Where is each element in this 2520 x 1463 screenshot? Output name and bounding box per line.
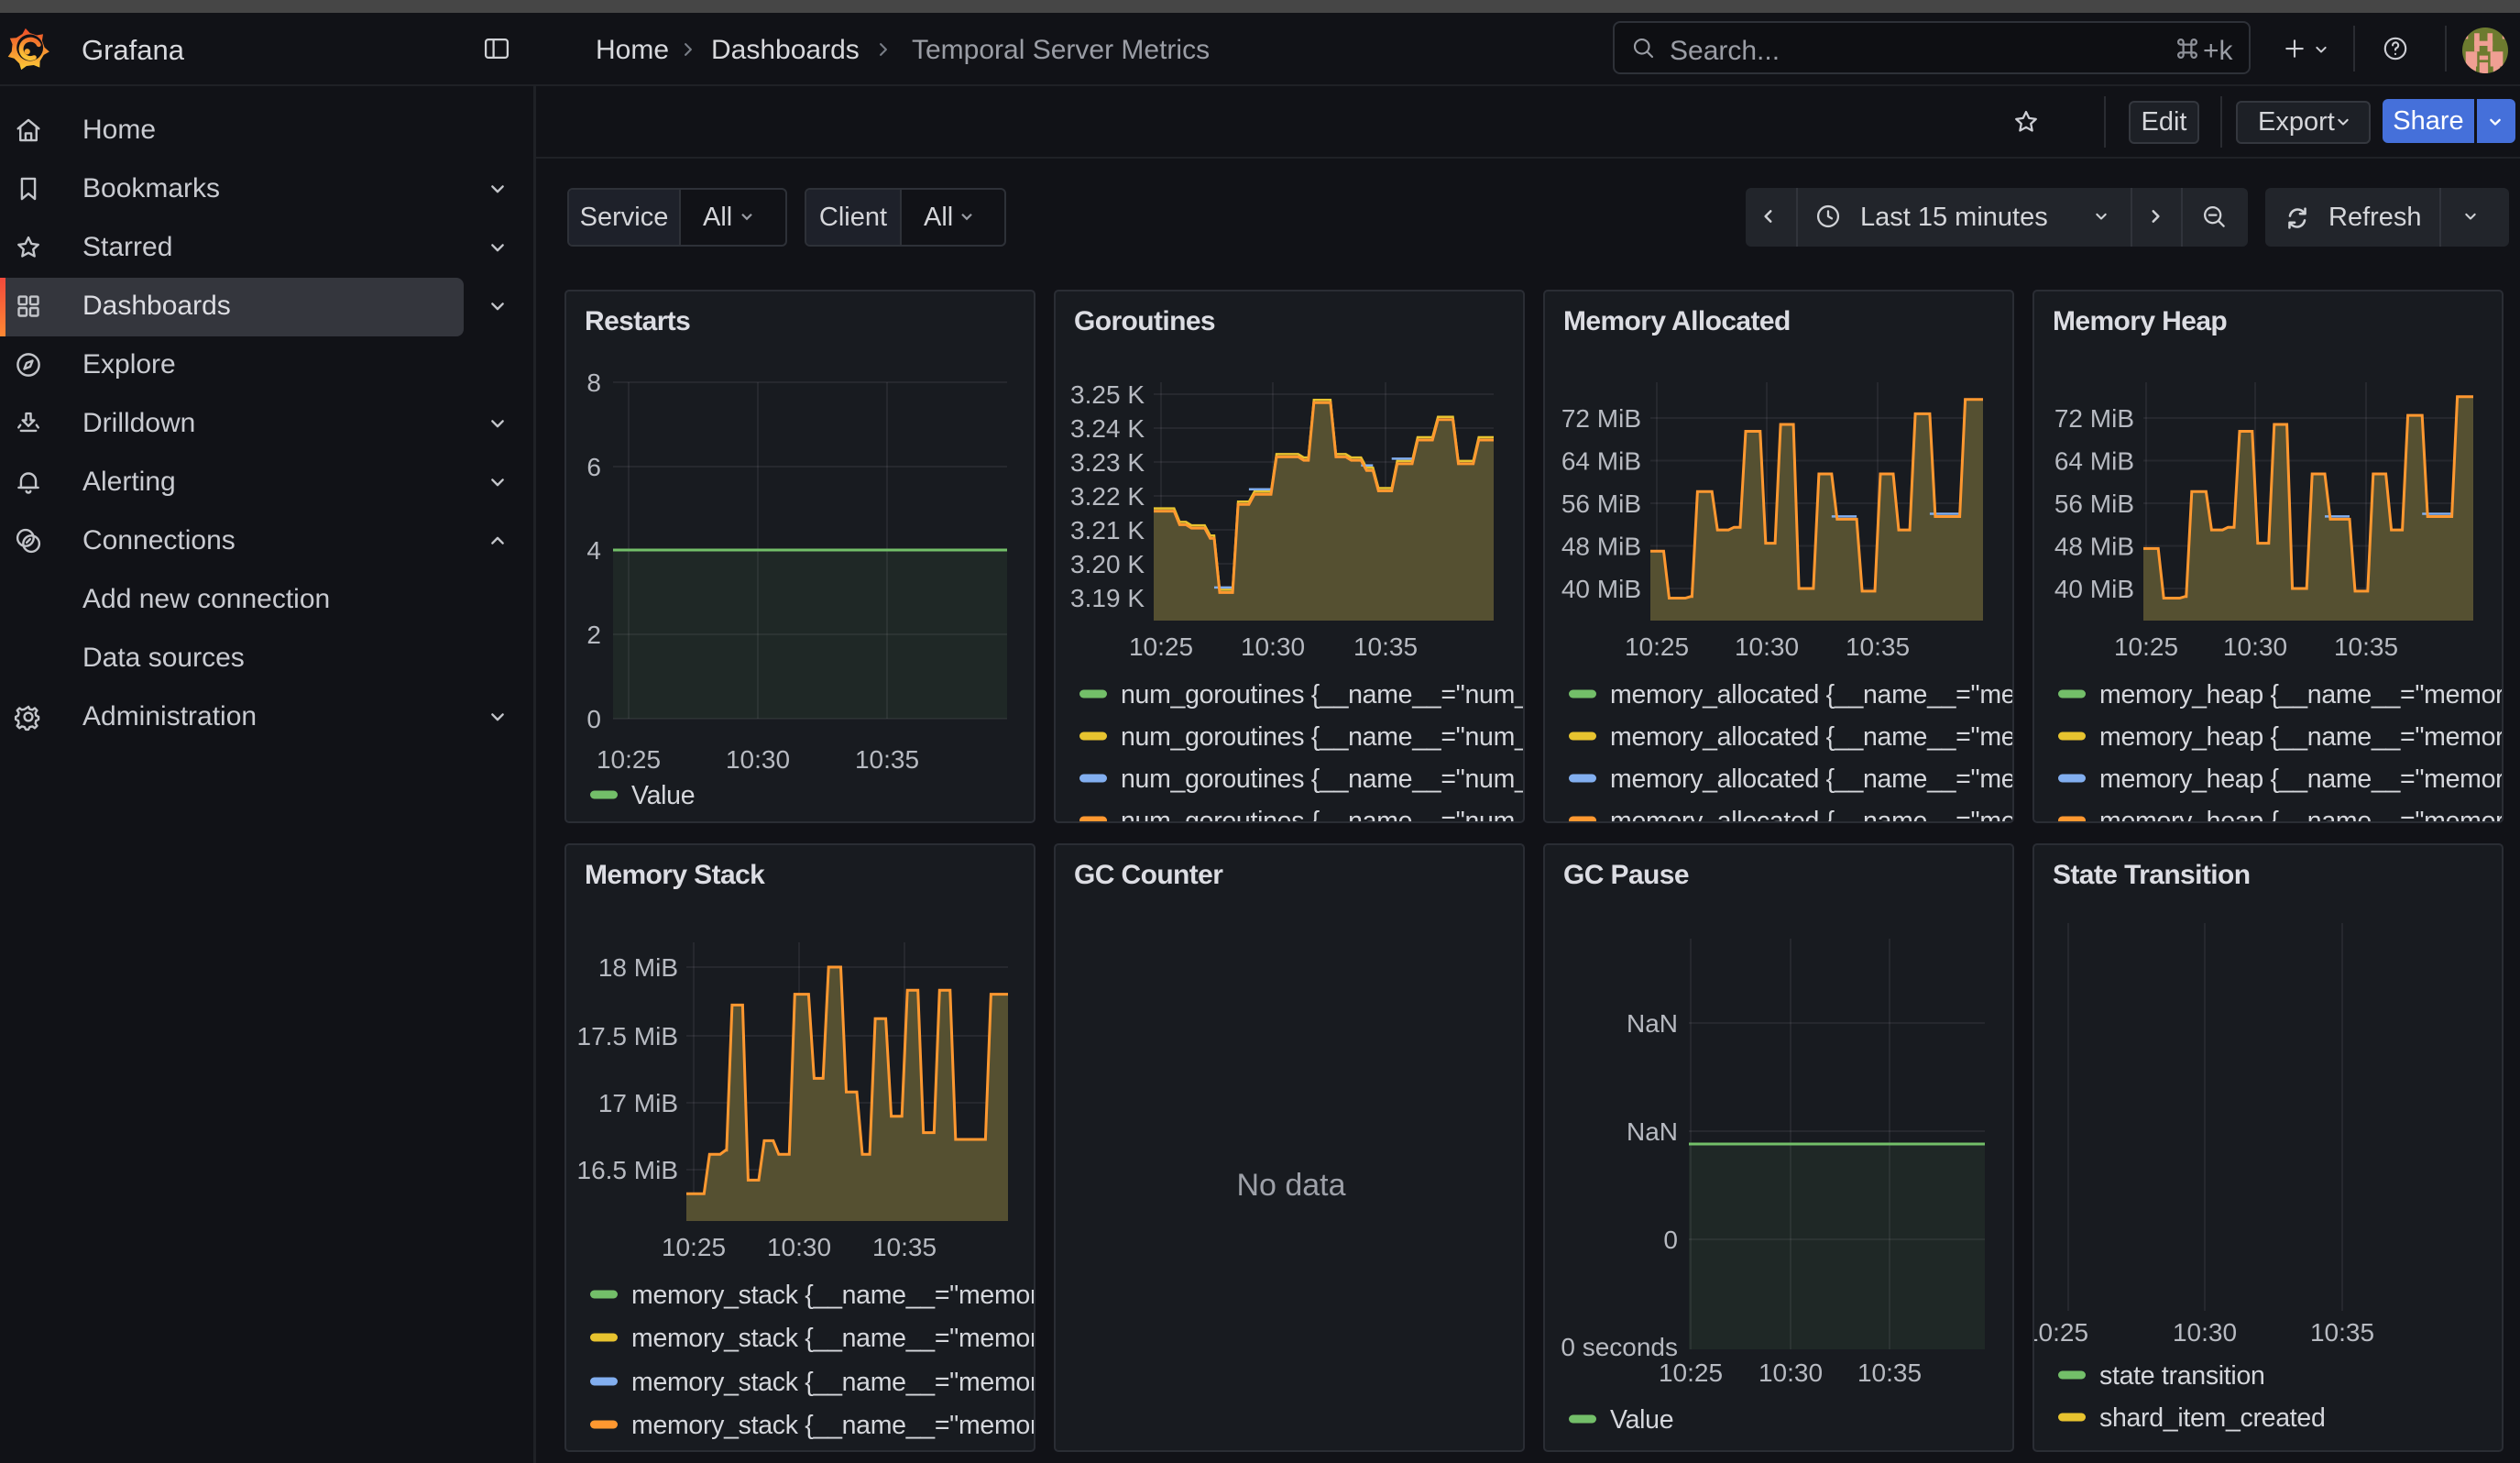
svg-text:3.24 K: 3.24 K (1070, 414, 1145, 443)
svg-text:4: 4 (586, 536, 601, 565)
svg-text:NaN: NaN (1627, 1009, 1678, 1038)
svg-text:10:25: 10:25 (1625, 632, 1689, 661)
svg-text:0: 0 (586, 705, 601, 733)
svg-text:memory_stack {__name__="memory: memory_stack {__name__="memory_s (631, 1368, 1035, 1397)
svg-text:num_goroutines {__name__="num_: num_goroutines {__name__="num_go (1121, 680, 1525, 710)
svg-text:3.19 K: 3.19 K (1070, 584, 1145, 612)
svg-text:Value: Value (631, 781, 695, 810)
svg-text:num_goroutines {__name__="num_: num_goroutines {__name__="num_go (1121, 807, 1525, 823)
svg-text:10:30: 10:30 (726, 745, 790, 774)
svg-text:memory_heap {__name__="memory_: memory_heap {__name__="memory_h (2099, 680, 2504, 710)
svg-text:10:35: 10:35 (1846, 632, 1910, 661)
svg-text:48 MiB: 48 MiB (2054, 533, 2134, 561)
svg-text:64 MiB: 64 MiB (2054, 447, 2134, 476)
svg-text:10:35: 10:35 (2334, 632, 2398, 661)
svg-text:17.5 MiB: 17.5 MiB (577, 1022, 679, 1050)
svg-text:memory_heap {__name__="memory_: memory_heap {__name__="memory_h (2099, 764, 2504, 794)
svg-text:2: 2 (586, 621, 601, 649)
svg-text:memory_allocated {__name__="me: memory_allocated {__name__="memo (1610, 764, 2014, 794)
svg-text:memory_stack {__name__="memory: memory_stack {__name__="memory_s (631, 1324, 1035, 1353)
svg-text:3.23 K: 3.23 K (1070, 448, 1145, 477)
svg-text:No data: No data (1236, 1168, 1345, 1203)
svg-text:Value: Value (1610, 1405, 1673, 1435)
svg-text:10:30: 10:30 (1735, 632, 1799, 661)
svg-text:10:25: 10:25 (597, 745, 661, 774)
svg-text:10:35: 10:35 (872, 1233, 937, 1261)
svg-text:3.25 K: 3.25 K (1070, 380, 1145, 409)
svg-text:40 MiB: 40 MiB (2054, 575, 2134, 603)
svg-text:3.22 K: 3.22 K (1070, 482, 1145, 511)
svg-text:10:30: 10:30 (767, 1233, 831, 1261)
svg-text:56 MiB: 56 MiB (1561, 490, 1641, 518)
svg-text:memory_heap {__name__="memory_: memory_heap {__name__="memory_h (2099, 807, 2504, 823)
svg-text:0 seconds: 0 seconds (1561, 1333, 1678, 1361)
svg-text:memory_allocated {__name__="me: memory_allocated {__name__="memo (1610, 722, 2014, 752)
svg-text:10:30: 10:30 (1759, 1358, 1823, 1387)
svg-text:64 MiB: 64 MiB (1561, 447, 1641, 476)
svg-text:10:25: 10:25 (1659, 1358, 1723, 1387)
svg-text:10:30: 10:30 (2173, 1318, 2237, 1347)
svg-text:10:25: 10:25 (2114, 632, 2178, 661)
svg-text:memory_allocated {__name__="me: memory_allocated {__name__="memo (1610, 680, 2014, 710)
svg-text:17 MiB: 17 MiB (598, 1089, 678, 1117)
svg-text:memory_stack {__name__="memory: memory_stack {__name__="memory_s (631, 1281, 1035, 1310)
svg-text:NaN: NaN (1627, 1117, 1678, 1146)
svg-text:48 MiB: 48 MiB (1561, 533, 1641, 561)
svg-text:0: 0 (1663, 1226, 1678, 1254)
svg-text:3.20 K: 3.20 K (1070, 550, 1145, 578)
svg-text:8: 8 (586, 368, 601, 397)
svg-text:10:25: 10:25 (1129, 632, 1193, 661)
svg-text:memory_allocated {__name__="me: memory_allocated {__name__="memo (1610, 807, 2014, 823)
svg-text:40 MiB: 40 MiB (1561, 575, 1641, 603)
svg-text:shard_item_created: shard_item_created (2099, 1403, 2326, 1433)
svg-text:10:25: 10:25 (2034, 1318, 2088, 1347)
svg-text:10:35: 10:35 (855, 745, 919, 774)
svg-text:memory_heap {__name__="memory_: memory_heap {__name__="memory_h (2099, 722, 2504, 752)
svg-text:10:35: 10:35 (1353, 632, 1418, 661)
svg-text:10:35: 10:35 (1857, 1358, 1922, 1387)
svg-text:72 MiB: 72 MiB (2054, 404, 2134, 433)
svg-text:num_goroutines {__name__="num_: num_goroutines {__name__="num_go (1121, 764, 1525, 794)
svg-text:memory_stack {__name__="memory: memory_stack {__name__="memory_s (631, 1411, 1035, 1440)
svg-text:10:30: 10:30 (1241, 632, 1305, 661)
svg-text:56 MiB: 56 MiB (2054, 490, 2134, 518)
svg-text:18 MiB: 18 MiB (598, 953, 678, 982)
svg-text:num_goroutines {__name__="num_: num_goroutines {__name__="num_go (1121, 722, 1525, 752)
svg-text:3.21 K: 3.21 K (1070, 516, 1145, 544)
svg-text:10:30: 10:30 (2223, 632, 2287, 661)
svg-text:10:25: 10:25 (662, 1233, 726, 1261)
svg-text:72 MiB: 72 MiB (1561, 404, 1641, 433)
svg-text:state transition: state transition (2099, 1361, 2265, 1391)
svg-text:6: 6 (586, 453, 601, 481)
svg-text:10:35: 10:35 (2310, 1318, 2374, 1347)
svg-text:16.5 MiB: 16.5 MiB (577, 1156, 679, 1184)
